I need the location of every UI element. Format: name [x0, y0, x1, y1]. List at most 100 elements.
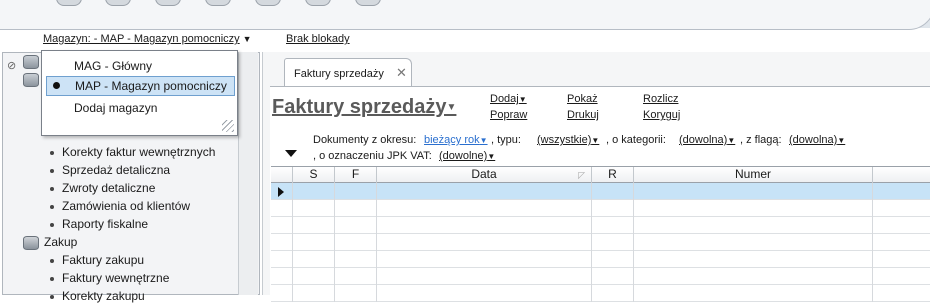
- table-row[interactable]: [271, 200, 930, 217]
- sidebar-item-sprzedaz-detaliczna[interactable]: Sprzedaż detaliczna: [49, 163, 170, 177]
- add-magazyn-option[interactable]: Dodaj magazyn: [46, 99, 235, 119]
- column-header-f[interactable]: F: [335, 167, 377, 183]
- table-cell[interactable]: [335, 268, 377, 285]
- page-title-text: Faktury sprzedaży: [272, 96, 447, 118]
- table-cell[interactable]: [293, 285, 335, 302]
- drukuj-button[interactable]: Drukuj: [567, 109, 599, 121]
- table-cell[interactable]: [592, 234, 634, 251]
- table-cell[interactable]: [634, 183, 873, 200]
- table-cell[interactable]: [293, 200, 335, 217]
- sidebar-item-zamowienia[interactable]: Zamówienia od klientów: [49, 199, 190, 213]
- table-cell[interactable]: [335, 200, 377, 217]
- okres-select[interactable]: bieżący rok▼: [424, 134, 488, 146]
- table-cell[interactable]: [271, 217, 293, 234]
- table-cell[interactable]: [293, 217, 335, 234]
- table-cell[interactable]: [873, 285, 930, 302]
- sidebar-item-korekty-wewnetrznych[interactable]: Korekty faktur wewnętrznych: [49, 145, 215, 159]
- table-cell[interactable]: [592, 217, 634, 234]
- table-cell[interactable]: [592, 200, 634, 217]
- table-cell[interactable]: [335, 251, 377, 268]
- table-row[interactable]: [271, 268, 930, 285]
- table-cell[interactable]: [377, 251, 592, 268]
- rozlicz-button[interactable]: Rozlicz: [643, 93, 678, 105]
- column-header-data[interactable]: Data ◸: [377, 167, 592, 183]
- table-cell[interactable]: [592, 268, 634, 285]
- table-cell[interactable]: [377, 217, 592, 234]
- table-cell[interactable]: [293, 251, 335, 268]
- table-cell[interactable]: [271, 234, 293, 251]
- sidebar-item-faktury-zakupu[interactable]: Faktury zakupu: [49, 253, 144, 267]
- close-icon[interactable]: ✕: [396, 65, 407, 81]
- pin-icon[interactable]: ⊘: [7, 59, 16, 72]
- top-toolbar: [0, 0, 930, 30]
- table-cell[interactable]: [873, 200, 930, 217]
- blokady-link[interactable]: Brak blokady: [286, 33, 350, 45]
- typ-label: , typu:: [491, 134, 521, 146]
- jpk-select[interactable]: (dowolne)▼: [439, 150, 495, 162]
- table-cell[interactable]: [335, 285, 377, 302]
- tab-faktury-sprzedazy[interactable]: Faktury sprzedaży ✕: [284, 58, 412, 86]
- resize-grip-icon[interactable]: [222, 120, 234, 132]
- table-cell[interactable]: [377, 285, 592, 302]
- table-cell[interactable]: [873, 251, 930, 268]
- sidebar-group-zakup[interactable]: Zakup: [44, 235, 77, 249]
- table-cell[interactable]: [592, 285, 634, 302]
- table-cell[interactable]: [335, 234, 377, 251]
- popraw-button[interactable]: Popraw: [490, 109, 527, 121]
- column-header-r[interactable]: R: [592, 167, 634, 183]
- typ-select[interactable]: (wszystkie)▼: [537, 134, 599, 146]
- table-cell[interactable]: [293, 268, 335, 285]
- table-cell[interactable]: [873, 217, 930, 234]
- zakup-group-icon: [23, 236, 39, 250]
- magazyn-option-mag[interactable]: MAG - Główny: [46, 57, 235, 77]
- table-cell[interactable]: [873, 183, 930, 200]
- dodaj-button[interactable]: Dodaj▼: [490, 93, 527, 105]
- table-cell[interactable]: [873, 234, 930, 251]
- table-cell[interactable]: [634, 217, 873, 234]
- column-header-extra[interactable]: [873, 167, 930, 183]
- table-cell[interactable]: [592, 251, 634, 268]
- table-cell[interactable]: [634, 200, 873, 217]
- table-cell[interactable]: [634, 285, 873, 302]
- flaga-select[interactable]: (dowolna)▼: [789, 134, 845, 146]
- table-row[interactable]: [271, 285, 930, 302]
- table-cell[interactable]: [271, 268, 293, 285]
- column-header-numer[interactable]: Numer: [634, 167, 873, 183]
- table-cell[interactable]: [634, 234, 873, 251]
- column-header-s[interactable]: S: [293, 167, 335, 183]
- expand-filters-icon[interactable]: [285, 150, 297, 157]
- magazyn-option-map[interactable]: MAP - Magazyn pomocniczy: [46, 76, 235, 96]
- invoice-grid: S F Data ◸ R Numer: [271, 166, 930, 302]
- table-cell[interactable]: [873, 268, 930, 285]
- table-cell[interactable]: [634, 251, 873, 268]
- table-row[interactable]: [271, 183, 930, 200]
- sidebar-item-faktury-wewnetrzne[interactable]: Faktury wewnętrzne: [49, 271, 169, 285]
- table-cell[interactable]: [271, 183, 293, 200]
- sidebar-item-zwroty-detaliczne[interactable]: Zwroty detaliczne: [49, 181, 155, 195]
- table-cell[interactable]: [271, 251, 293, 268]
- sidebar-scrollbar[interactable]: [238, 52, 258, 295]
- kategoria-select[interactable]: (dowolna)▼: [679, 134, 735, 146]
- table-cell[interactable]: [293, 234, 335, 251]
- table-cell[interactable]: [271, 200, 293, 217]
- table-cell[interactable]: [271, 285, 293, 302]
- sidebar-item-korekty-zakupu[interactable]: Korekty zakupu: [50, 289, 145, 303]
- table-row[interactable]: [271, 251, 930, 268]
- table-row[interactable]: [271, 234, 930, 251]
- table-cell[interactable]: [335, 183, 377, 200]
- table-cell[interactable]: [592, 183, 634, 200]
- table-cell[interactable]: [377, 234, 592, 251]
- table-cell[interactable]: [377, 183, 592, 200]
- table-row[interactable]: [271, 217, 930, 234]
- table-cell[interactable]: [634, 268, 873, 285]
- table-cell[interactable]: [377, 200, 592, 217]
- sidebar-item-raporty-fiskalne[interactable]: Raporty fiskalne: [49, 217, 148, 231]
- pokaz-button[interactable]: Pokaż: [567, 93, 598, 105]
- koryguj-button[interactable]: Koryguj: [643, 109, 680, 121]
- chevron-down-icon: ▼: [479, 136, 488, 145]
- page-title[interactable]: Faktury sprzedaży▼: [272, 96, 456, 119]
- magazyn-selector[interactable]: Magazyn: - MAP - Magazyn pomocniczy ▼: [43, 33, 252, 45]
- table-cell[interactable]: [293, 183, 335, 200]
- table-cell[interactable]: [377, 268, 592, 285]
- table-cell[interactable]: [335, 217, 377, 234]
